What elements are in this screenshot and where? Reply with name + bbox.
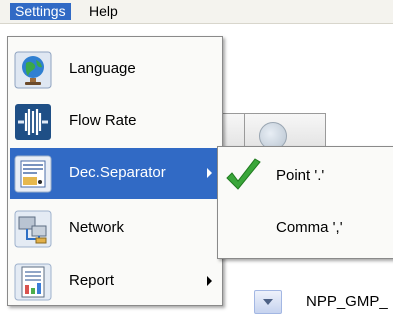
menu-help[interactable]: Help (84, 3, 123, 20)
menu-bar: Settings Help (0, 0, 393, 24)
menu-item-label: Report (69, 272, 115, 289)
flow-rate-icon (15, 104, 51, 140)
background-tab-globe[interactable] (244, 113, 326, 150)
globe-icon (14, 51, 52, 89)
menu-item-label: Language (69, 60, 136, 77)
separator-icon (14, 155, 52, 193)
combo-value: NPP_GMP_ (306, 293, 388, 310)
checkmark-icon (226, 158, 261, 190)
submenu-item-comma[interactable]: Comma ',' (218, 202, 393, 254)
submenu-item-label: Comma ',' (276, 219, 343, 236)
menu-item-dec-separator[interactable]: Dec.Separator (10, 148, 218, 199)
separator-submenu: Point '.' Comma ',' (217, 146, 393, 259)
submenu-arrow-icon (207, 276, 212, 286)
network-icon (14, 210, 52, 248)
menu-item-label: Dec.Separator (69, 164, 166, 181)
menu-item-flow-rate[interactable]: Flow Rate (10, 96, 218, 147)
settings-menu: Language Flow Rate Dec.Separator Network (7, 36, 223, 306)
menu-settings[interactable]: Settings (10, 3, 71, 20)
menu-item-label: Network (69, 219, 125, 236)
menu-item-report[interactable]: Report (10, 256, 218, 307)
combo-dropdown-button[interactable] (254, 290, 282, 314)
report-icon (14, 263, 52, 301)
menu-item-network[interactable]: Network (10, 203, 218, 254)
submenu-item-point[interactable]: Point '.' (218, 150, 393, 202)
menu-item-label: Flow Rate (69, 112, 137, 129)
submenu-item-label: Point '.' (276, 167, 325, 184)
submenu-arrow-icon (207, 168, 212, 178)
menu-item-language[interactable]: Language (10, 44, 218, 95)
